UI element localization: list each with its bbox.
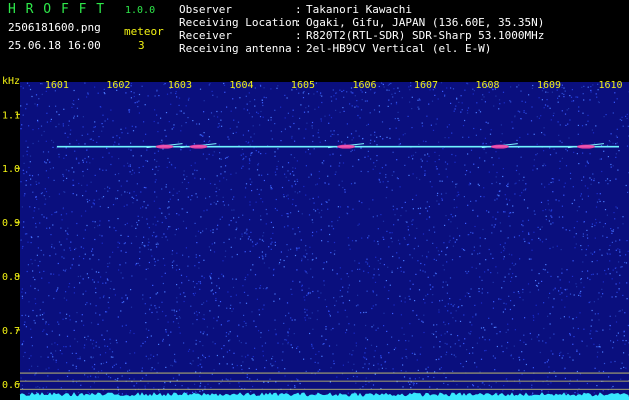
- field-value-observer: Takanori Kawachi: [306, 3, 412, 16]
- field-sep: :: [295, 3, 302, 16]
- meteor-echo: [576, 144, 595, 149]
- x-tick-label: 1603: [168, 80, 192, 91]
- spectrogram-background: [20, 82, 629, 400]
- spectrogram-plot: 1601 1602 1603 1604 1605 1606 1607 1608 1609 1610…: [2, 76, 629, 400]
- meteor-count: 3: [138, 39, 145, 52]
- y-tick-label: 0.7: [2, 326, 20, 337]
- y-unit-label: kHz: [2, 76, 20, 87]
- y-tick-label: 0.9: [2, 218, 20, 229]
- field-sep: :: [295, 29, 302, 42]
- field-value-location: Ogaki, Gifu, JAPAN (136.60E, 35.35N): [306, 16, 545, 29]
- field-sep: :: [295, 42, 302, 55]
- meteor-echo: [155, 144, 174, 149]
- file-name: 2506181600.png: [8, 21, 101, 34]
- y-tick-label: 1.1: [2, 110, 20, 121]
- x-tick-label: 1608: [475, 80, 499, 91]
- meteor-echo: [337, 144, 356, 149]
- field-value-antenna: 2el-HB9CV Vertical (el. E-W): [306, 42, 492, 55]
- x-tick-label: 1610: [598, 80, 622, 91]
- x-tick-label: 1601: [45, 80, 69, 91]
- field-label-antenna: Receiving antenna: [179, 42, 292, 55]
- field-value-receiver: R820T2(RTL-SDR) SDR-Sharp 53.1000MHz: [306, 29, 545, 42]
- x-tick-label: 1609: [537, 80, 561, 91]
- meteor-echo: [189, 144, 208, 149]
- x-tick-label: 1602: [106, 80, 130, 91]
- x-tick-label: 1605: [291, 80, 315, 91]
- field-label-observer: Observer: [179, 3, 232, 16]
- y-tick-label: 0.8: [2, 272, 20, 283]
- field-label-receiver: Receiver: [179, 29, 232, 42]
- field-sep: :: [295, 16, 302, 29]
- x-tick-label: 1606: [352, 80, 376, 91]
- y-tick-label: 1.0: [2, 164, 20, 175]
- app-name: H R O F F T: [8, 2, 106, 17]
- y-tick-label: 0.6: [2, 380, 20, 391]
- field-label-location: Receiving Location: [179, 16, 299, 29]
- timestamp: 25.06.18 16:00: [8, 39, 101, 52]
- x-tick-label: 1604: [229, 80, 253, 91]
- mode-label: meteor: [124, 25, 164, 38]
- header-panel: H R O F F T 1.0.0 2506181600.png meteor …: [0, 0, 629, 72]
- app-version: 1.0.0: [125, 5, 156, 16]
- x-tick-label: 1607: [414, 80, 438, 91]
- meteor-echo: [490, 144, 509, 149]
